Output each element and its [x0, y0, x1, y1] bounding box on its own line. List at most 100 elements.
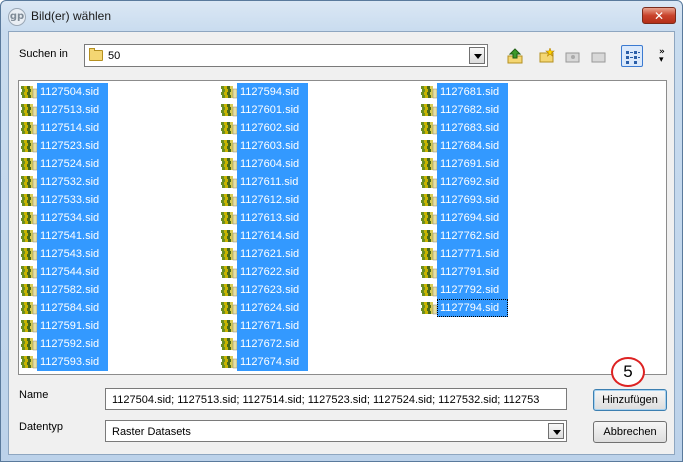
file-item[interactable]: 1127584.sid [21, 299, 221, 317]
list-view-button[interactable] [621, 45, 643, 67]
file-item[interactable]: 1127601.sid [221, 101, 421, 119]
file-item[interactable]: 1127532.sid [21, 173, 221, 191]
file-item[interactable]: 1127534.sid [21, 209, 221, 227]
type-label: Datentyp [19, 421, 64, 433]
file-name: 1127544.sid [37, 263, 108, 281]
raster-file-icon [221, 302, 237, 315]
title-bar[interactable]: gp Bild(er) wählen ✕ [1, 1, 682, 31]
file-item[interactable]: 1127603.sid [221, 137, 421, 155]
new-folder-icon [539, 48, 555, 63]
raster-file-icon [221, 194, 237, 207]
raster-file-icon [421, 158, 437, 171]
file-item[interactable]: 1127684.sid [421, 137, 621, 155]
add-button[interactable]: Hinzufügen [593, 389, 667, 411]
file-item[interactable]: 1127622.sid [221, 263, 421, 281]
file-item[interactable]: 1127592.sid [21, 335, 221, 353]
file-name: 1127771.sid [437, 245, 508, 263]
file-item[interactable]: 1127513.sid [21, 101, 221, 119]
file-item[interactable]: 1127794.sid [421, 299, 621, 317]
name-input[interactable]: 1127504.sid; 1127513.sid; 1127514.sid; 1… [105, 388, 567, 410]
file-item[interactable]: 1127672.sid [221, 335, 421, 353]
file-item[interactable]: 1127594.sid [221, 83, 421, 101]
file-name: 1127611.sid [237, 173, 308, 191]
file-item[interactable]: 1127613.sid [221, 209, 421, 227]
file-item[interactable]: 1127593.sid [21, 353, 221, 371]
file-item[interactable]: 1127683.sid [421, 119, 621, 137]
raster-file-icon [21, 302, 37, 315]
file-column-2: 1127594.sid 1127601.sid 1127602.sid 1127603… [221, 83, 421, 371]
file-list[interactable]: 1127504.sid 1127513.sid 1127514.sid 1127523… [18, 80, 667, 375]
file-item[interactable]: 1127533.sid [21, 191, 221, 209]
file-name: 1127682.sid [437, 101, 508, 119]
dialog-client: Suchen in 50 » ▾ 1127504.sid 1127513.sid 11… [8, 31, 675, 455]
raster-file-icon [421, 122, 437, 135]
lookin-combo[interactable]: 50 [84, 44, 488, 67]
file-item[interactable]: 1127681.sid [421, 83, 621, 101]
file-item[interactable]: 1127524.sid [21, 155, 221, 173]
raster-file-icon [221, 104, 237, 117]
raster-file-icon [421, 140, 437, 153]
connect-folder-button[interactable] [562, 45, 584, 67]
file-name: 1127622.sid [237, 263, 308, 281]
file-item[interactable]: 1127604.sid [221, 155, 421, 173]
type-combo[interactable]: Raster Datasets [105, 420, 567, 442]
raster-file-icon [421, 266, 437, 279]
file-item[interactable]: 1127771.sid [421, 245, 621, 263]
raster-file-icon [221, 338, 237, 351]
file-item[interactable]: 1127692.sid [421, 173, 621, 191]
file-item[interactable]: 1127543.sid [21, 245, 221, 263]
file-name: 1127671.sid [237, 317, 308, 335]
chevron-down-icon[interactable] [469, 47, 485, 64]
file-item[interactable]: 1127674.sid [221, 353, 421, 371]
file-item[interactable]: 1127624.sid [221, 299, 421, 317]
close-button[interactable]: ✕ [642, 7, 676, 24]
folder-icon [89, 48, 103, 61]
disconnect-folder-button[interactable] [588, 45, 610, 67]
raster-file-icon [21, 230, 37, 243]
file-item[interactable]: 1127614.sid [221, 227, 421, 245]
up-folder-button[interactable] [504, 45, 526, 67]
file-item[interactable]: 1127612.sid [221, 191, 421, 209]
file-name: 1127621.sid [237, 245, 308, 263]
file-name: 1127533.sid [37, 191, 108, 209]
file-name: 1127582.sid [37, 281, 108, 299]
raster-file-icon [21, 140, 37, 153]
new-folder-button[interactable] [536, 45, 558, 67]
raster-file-icon [221, 320, 237, 333]
file-name: 1127534.sid [37, 209, 108, 227]
more-options-icon[interactable]: » ▾ [659, 48, 665, 65]
file-item[interactable]: 1127792.sid [421, 281, 621, 299]
file-name: 1127592.sid [37, 335, 108, 353]
file-item[interactable]: 1127693.sid [421, 191, 621, 209]
file-item[interactable]: 1127691.sid [421, 155, 621, 173]
file-item[interactable]: 1127682.sid [421, 101, 621, 119]
file-item[interactable]: 1127671.sid [221, 317, 421, 335]
file-item[interactable]: 1127611.sid [221, 173, 421, 191]
file-item[interactable]: 1127514.sid [21, 119, 221, 137]
file-name: 1127623.sid [237, 281, 308, 299]
chevron-down-icon[interactable] [548, 423, 564, 439]
raster-file-icon [21, 248, 37, 261]
file-item[interactable]: 1127621.sid [221, 245, 421, 263]
file-item[interactable]: 1127694.sid [421, 209, 621, 227]
file-name: 1127672.sid [237, 335, 308, 353]
raster-file-icon [21, 284, 37, 297]
file-item[interactable]: 1127504.sid [21, 83, 221, 101]
name-label: Name [19, 389, 49, 401]
raster-file-icon [421, 86, 437, 99]
file-item[interactable]: 1127762.sid [421, 227, 621, 245]
raster-file-icon [21, 194, 37, 207]
raster-file-icon [21, 104, 37, 117]
file-item[interactable]: 1127602.sid [221, 119, 421, 137]
file-name: 1127524.sid [37, 155, 108, 173]
file-item[interactable]: 1127523.sid [21, 137, 221, 155]
file-item[interactable]: 1127791.sid [421, 263, 621, 281]
raster-file-icon [221, 284, 237, 297]
file-item[interactable]: 1127582.sid [21, 281, 221, 299]
cancel-button[interactable]: Abbrechen [593, 421, 667, 443]
file-item[interactable]: 1127544.sid [21, 263, 221, 281]
file-item[interactable]: 1127541.sid [21, 227, 221, 245]
raster-file-icon [21, 176, 37, 189]
file-item[interactable]: 1127623.sid [221, 281, 421, 299]
file-item[interactable]: 1127591.sid [21, 317, 221, 335]
